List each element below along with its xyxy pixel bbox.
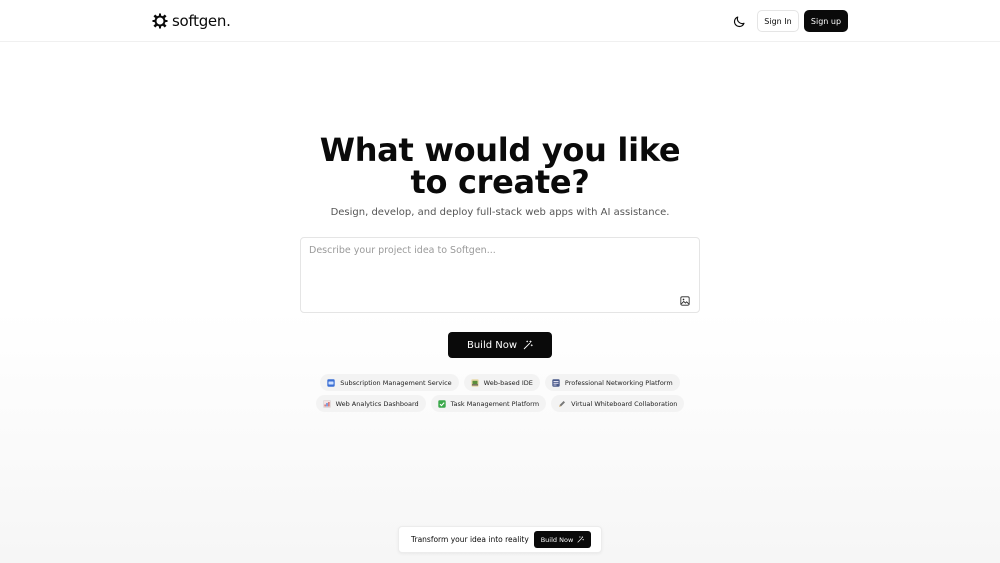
magic-wand-icon <box>577 536 585 543</box>
bottom-cta-bar: Transform your idea into reality Build N… <box>398 526 602 553</box>
build-now-label: Build Now <box>466 339 518 351</box>
suggestion-row-2: Web Analytics Dashboard Task Management … <box>250 395 750 412</box>
suggestion-label: Virtual Whiteboard Collaboration <box>571 399 678 408</box>
checkbox-icon <box>437 399 446 408</box>
build-now-button[interactable]: Build Now <box>448 332 552 358</box>
sign-in-button[interactable]: Sign In <box>757 10 799 32</box>
suggestion-chip-task-management[interactable]: Task Management Platform <box>430 395 547 412</box>
suggestion-row-1: Subscription Management Service Web-base… <box>250 374 750 391</box>
credit-card-icon <box>327 378 335 387</box>
suggestion-label: Web-based IDE <box>483 378 533 387</box>
image-icon <box>680 296 690 306</box>
theme-toggle-button[interactable] <box>728 10 750 32</box>
pencil-icon <box>558 400 566 408</box>
laptop-icon <box>470 378 479 387</box>
suggestion-chip-networking[interactable]: Professional Networking Platform <box>544 374 680 391</box>
image-upload-button[interactable] <box>679 295 691 307</box>
page-subtitle: Design, develop, and deploy full-stack w… <box>330 207 670 218</box>
suggestion-chip-web-ide[interactable]: Web-based IDE <box>463 374 540 391</box>
page-title: What would you like to create? <box>319 131 681 201</box>
sign-up-button[interactable]: Sign up <box>804 10 848 32</box>
cta-build-now-button[interactable]: Build Now <box>534 531 591 548</box>
moon-icon <box>733 15 745 27</box>
cta-text: Transform your idea into reality <box>411 535 529 544</box>
logo[interactable]: softgen. <box>152 11 231 31</box>
logo-text: softgen. <box>172 12 231 30</box>
prompt-container <box>300 237 700 313</box>
briefcase-icon <box>552 378 560 387</box>
project-idea-input[interactable] <box>309 245 689 285</box>
cta-button-label: Build Now <box>540 535 574 544</box>
top-nav: softgen. Sign In Sign up <box>0 0 1000 42</box>
suggestion-chip-subscription[interactable]: Subscription Management Service <box>320 374 459 391</box>
suggestion-chip-whiteboard[interactable]: Virtual Whiteboard Collaboration <box>551 395 685 412</box>
suggestion-label: Web Analytics Dashboard <box>335 399 419 408</box>
suggestion-chip-analytics[interactable]: Web Analytics Dashboard <box>315 395 426 412</box>
suggestion-label: Subscription Management Service <box>340 378 452 387</box>
chart-icon <box>322 399 331 408</box>
suggestion-label: Professional Networking Platform <box>564 378 673 387</box>
suggestion-label: Task Management Platform <box>450 399 540 408</box>
gear-logo-icon <box>152 13 168 29</box>
magic-wand-icon <box>523 340 533 350</box>
